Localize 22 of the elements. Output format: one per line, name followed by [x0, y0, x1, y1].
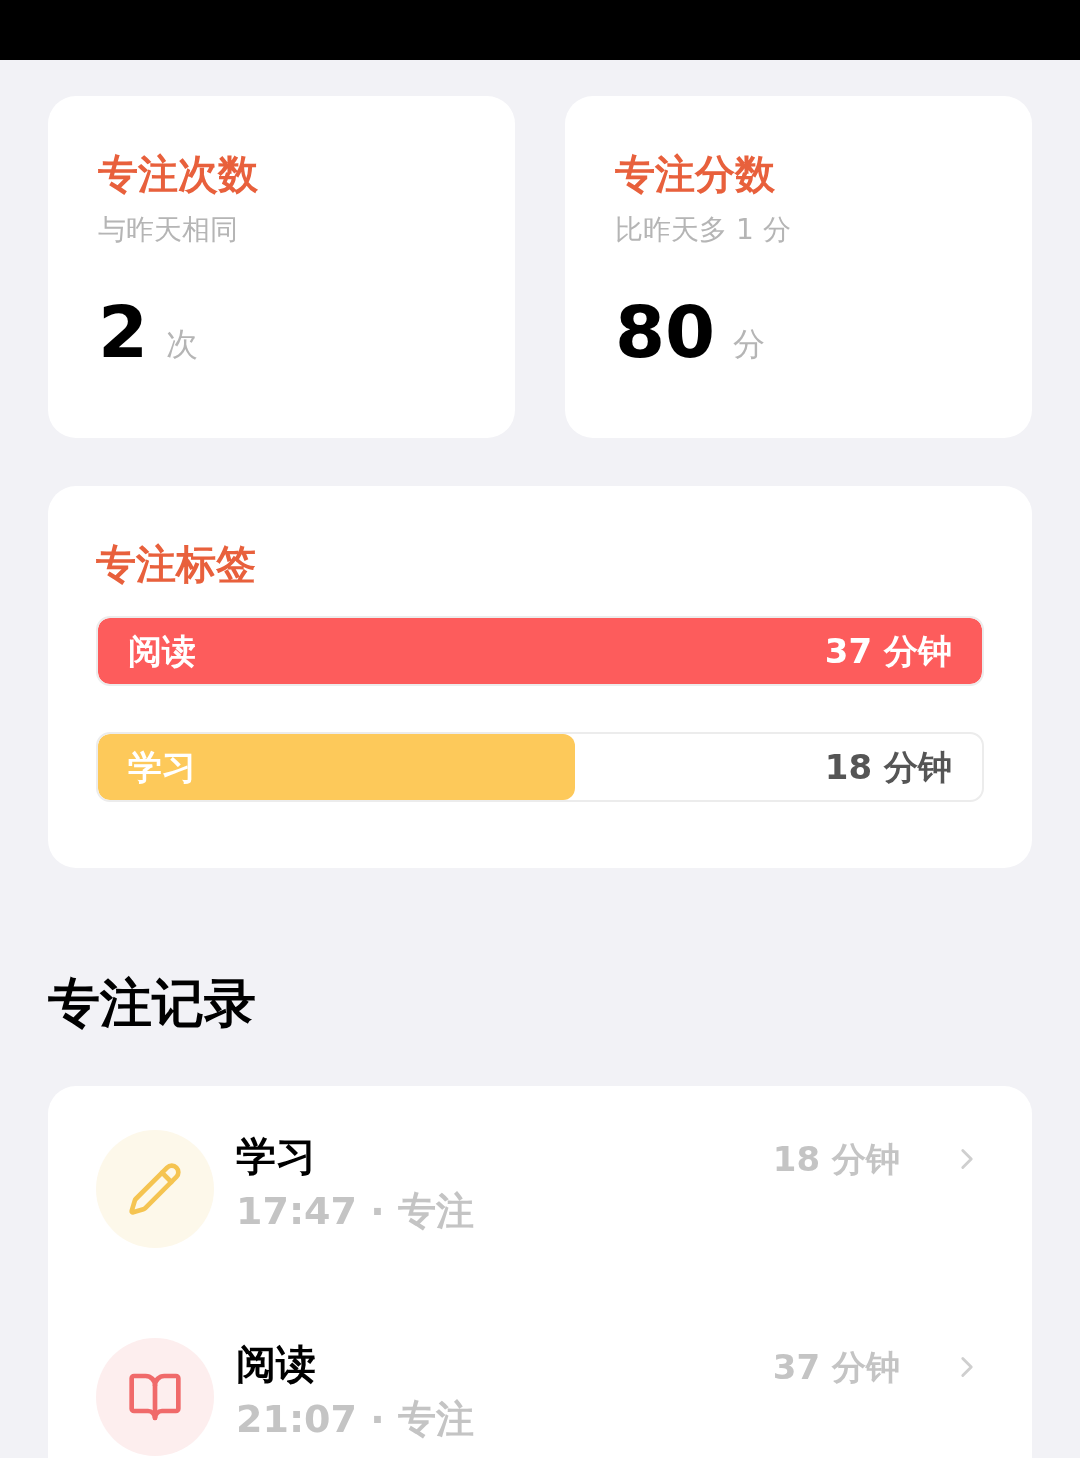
tag-label: 阅读: [128, 629, 196, 673]
section-heading: 专注记录: [48, 972, 257, 1035]
tag-duration: 37 分钟: [824, 629, 952, 673]
record-duration: 18 分钟: [772, 1138, 900, 1181]
record-item[interactable]: 学习 17:47 · 专注 18 分钟: [96, 1130, 984, 1248]
record-title: 阅读: [236, 1340, 317, 1389]
tag-duration: 18 分钟: [824, 745, 952, 789]
record-subtitle: 17:47 · 专注: [236, 1188, 474, 1235]
card-title: 专注标签: [96, 540, 257, 589]
stat-value: 80: [615, 292, 716, 372]
comparison-text: 与昨天相同: [98, 212, 239, 248]
stat-unit: 次: [166, 324, 199, 365]
card-title: 专注次数: [98, 150, 259, 199]
record-title: 学习: [236, 1132, 317, 1181]
tag-label: 学习: [128, 745, 196, 789]
stat-unit: 分: [733, 324, 766, 365]
comparison-text: 比昨天多 1 分: [615, 212, 792, 248]
stat-value: 2: [98, 292, 149, 372]
record-duration: 37 分钟: [772, 1346, 900, 1389]
record-subtitle: 21:07 · 专注: [236, 1396, 474, 1443]
record-item[interactable]: 阅读 21:07 · 专注 37 分钟: [96, 1338, 984, 1456]
card-title: 专注分数: [615, 150, 776, 199]
